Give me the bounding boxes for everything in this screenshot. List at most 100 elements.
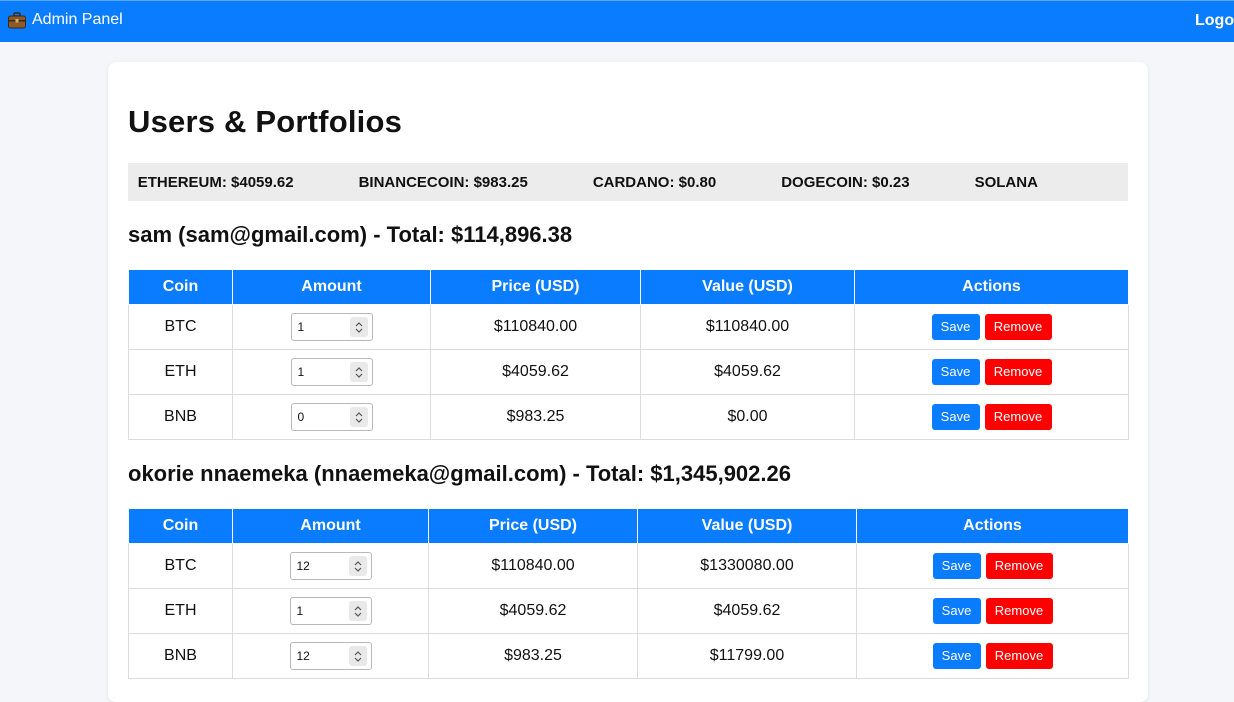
coin-cell: ETH	[128, 588, 233, 634]
amount-input[interactable]: 1	[290, 313, 373, 341]
amount-value: 1	[297, 365, 305, 379]
col-header-value: Value (USD)	[637, 508, 857, 544]
chevron-down-icon[interactable]	[354, 567, 362, 572]
chevron-down-icon[interactable]	[355, 418, 363, 423]
briefcase-icon	[8, 11, 26, 28]
save-button[interactable]: Save	[931, 314, 980, 340]
col-header-price: Price (USD)	[428, 508, 638, 544]
col-header-coin: Coin	[128, 269, 233, 305]
portfolio-card: Users & Portfolios 00 ETHEREUM: $4059.62…	[108, 62, 1148, 702]
save-button[interactable]: Save	[932, 643, 981, 669]
ticker-track: 00 ETHEREUM: $4059.62 BINANCECOIN: $983.…	[128, 163, 1103, 201]
price-cell: $4059.62	[428, 588, 638, 634]
chevron-up-icon[interactable]	[355, 411, 363, 417]
chevron-up-icon[interactable]	[354, 650, 362, 656]
table-row: BNB 0 $983.25 $0.00 Save Remove	[128, 394, 1129, 440]
table-row: BTC 12 $110840.00 $1330080.00 Save Remove	[128, 543, 1129, 589]
amount-stepper[interactable]	[349, 362, 368, 382]
coin-cell: BTC	[128, 304, 233, 350]
user-heading: sam (sam@gmail.com) - Total: $114,896.38	[128, 222, 573, 247]
amount-cell: 1	[232, 349, 431, 395]
actions-cell: Save Remove	[856, 588, 1129, 634]
amount-cell: 12	[232, 633, 429, 679]
table-row: BTC 1 $110840.00 $110840.00 Save Remove	[128, 304, 1129, 350]
portfolio-table: Coin Amount Price (USD) Value (USD) Acti…	[128, 508, 1129, 679]
amount-input[interactable]: 0	[290, 403, 373, 431]
amount-cell: 1	[232, 588, 429, 634]
coin-cell: BNB	[128, 633, 233, 679]
price-cell: $983.25	[430, 394, 641, 440]
value-cell: $4059.62	[637, 588, 857, 634]
save-button[interactable]: Save	[932, 598, 981, 624]
remove-button[interactable]: Remove	[985, 598, 1053, 624]
brand[interactable]: Admin Panel	[8, 11, 123, 29]
coin-cell: BNB	[128, 394, 233, 440]
ticker-item: ETHEREUM: $4059.62	[137, 173, 294, 191]
col-header-actions: Actions	[854, 269, 1129, 305]
value-cell: $1330080.00	[637, 543, 857, 589]
col-header-value: Value (USD)	[640, 269, 855, 305]
remove-button[interactable]: Remove	[984, 404, 1052, 430]
actions-cell: Save Remove	[856, 633, 1129, 679]
value-cell: $0.00	[640, 394, 855, 440]
col-header-coin: Coin	[128, 508, 233, 544]
amount-cell: 0	[232, 394, 431, 440]
amount-value: 12	[296, 559, 310, 573]
chevron-down-icon[interactable]	[354, 612, 362, 617]
table-row: BNB 12 $983.25 $11799.00 Save Remove	[128, 633, 1129, 679]
chevron-up-icon[interactable]	[355, 366, 363, 372]
remove-button[interactable]: Remove	[985, 643, 1053, 669]
actions-cell: Save Remove	[856, 543, 1129, 589]
table-row: ETH 1 $4059.62 $4059.62 Save Remove	[128, 588, 1129, 634]
remove-button[interactable]: Remove	[985, 553, 1053, 579]
col-header-price: Price (USD)	[430, 269, 641, 305]
chevron-down-icon[interactable]	[355, 373, 363, 378]
ticker-item: DOGECOIN: $0.23	[781, 173, 910, 191]
chevron-down-icon[interactable]	[355, 328, 363, 333]
coin-cell: ETH	[128, 349, 233, 395]
ticker-item: SOLANA	[974, 173, 1038, 191]
amount-value: 12	[296, 649, 310, 663]
remove-button[interactable]: Remove	[984, 359, 1052, 385]
amount-input[interactable]: 12	[289, 552, 372, 580]
price-ticker: 00 ETHEREUM: $4059.62 BINANCECOIN: $983.…	[128, 163, 1128, 201]
save-button[interactable]: Save	[932, 553, 981, 579]
value-cell: $11799.00	[637, 633, 857, 679]
ticker-item: BINANCECOIN: $983.25	[358, 173, 528, 191]
amount-stepper[interactable]	[348, 646, 367, 666]
actions-cell: Save Remove	[854, 304, 1129, 350]
table-header-row: Coin Amount Price (USD) Value (USD) Acti…	[128, 508, 1129, 544]
actions-cell: Save Remove	[854, 394, 1129, 440]
amount-input[interactable]: 1	[289, 597, 372, 625]
amount-value: 0	[297, 410, 305, 424]
amount-stepper[interactable]	[348, 601, 367, 621]
price-cell: $983.25	[428, 633, 638, 679]
amount-value: 1	[297, 320, 305, 334]
actions-cell: Save Remove	[854, 349, 1129, 395]
price-cell: $110840.00	[430, 304, 641, 350]
top-navbar: Admin Panel Logout	[0, 0, 1234, 42]
ticker-item: CARDANO: $0.80	[592, 173, 717, 191]
chevron-down-icon[interactable]	[354, 657, 362, 662]
chevron-up-icon[interactable]	[354, 560, 362, 566]
amount-input[interactable]: 1	[290, 358, 373, 386]
amount-stepper[interactable]	[348, 556, 367, 576]
chevron-up-icon[interactable]	[354, 605, 362, 611]
col-header-amount: Amount	[232, 508, 429, 544]
value-cell: $4059.62	[640, 349, 855, 395]
brand-label: Admin Panel	[32, 11, 123, 28]
amount-stepper[interactable]	[349, 407, 368, 427]
price-cell: $110840.00	[428, 543, 638, 589]
logout-link[interactable]: Logout	[1195, 12, 1234, 30]
col-header-amount: Amount	[232, 269, 431, 305]
page-title: Users & Portfolios	[128, 104, 403, 139]
remove-button[interactable]: Remove	[984, 314, 1052, 340]
user-heading: okorie nnaemeka (nnaemeka@gmail.com) - T…	[128, 461, 791, 486]
save-button[interactable]: Save	[931, 404, 980, 430]
amount-stepper[interactable]	[349, 317, 368, 337]
price-cell: $4059.62	[430, 349, 641, 395]
save-button[interactable]: Save	[931, 359, 980, 385]
amount-cell: 1	[232, 304, 431, 350]
coin-cell: BTC	[128, 543, 233, 589]
chevron-up-icon[interactable]	[355, 321, 363, 327]
